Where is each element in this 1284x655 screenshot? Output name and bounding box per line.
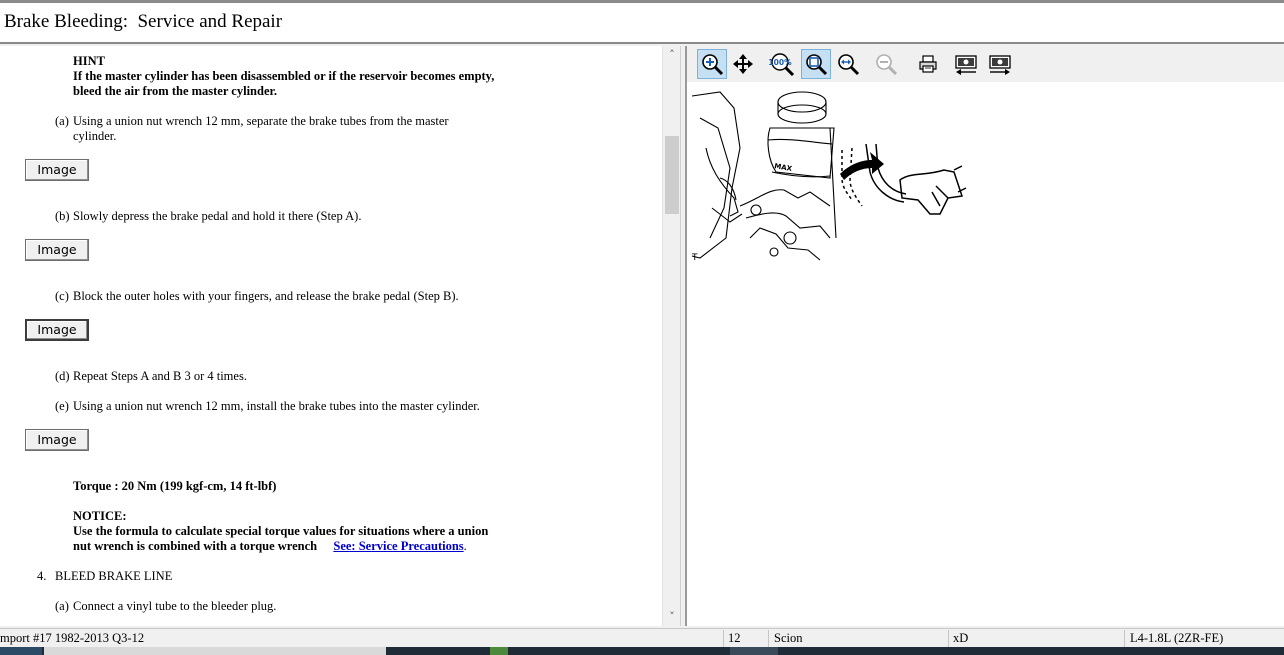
taskbar-item[interactable]	[730, 647, 778, 655]
hint-text-line2: bleed the air from the master cylinder.	[73, 84, 278, 98]
print-icon	[919, 55, 937, 73]
status-source: mport #17 1982-2013 Q3-12	[0, 631, 145, 645]
taskbar-item[interactable]	[44, 647, 386, 655]
notice-text-line1: Use the formula to calculate special tor…	[73, 524, 489, 538]
pan-icon	[733, 54, 753, 74]
step-b-label: (b)	[55, 209, 70, 223]
step-4a-text: Connect a vinyl tube to the bleeder plug…	[73, 599, 277, 613]
zoom-out-icon	[876, 54, 898, 76]
step-a-text-line2: cylinder.	[73, 129, 117, 143]
master-cylinder-illustration	[691, 91, 837, 261]
next-image-button[interactable]	[985, 49, 1015, 79]
image-button-step-c[interactable]: Image	[25, 319, 89, 341]
zoom-in-button[interactable]	[697, 49, 727, 79]
image-button-step-b[interactable]: Image	[25, 239, 89, 261]
brake-bleeding-diagram: MAX T	[691, 91, 967, 263]
previous-image-button[interactable]	[951, 49, 981, 79]
pan-button[interactable]	[728, 49, 758, 79]
zoom-100-icon: 100%	[769, 53, 795, 76]
step-e-text: Using a union nut wrench 12 mm, install …	[73, 399, 480, 413]
zoom-fit-button[interactable]	[801, 49, 831, 79]
scroll-thumb[interactable]	[665, 136, 679, 214]
zoom-100-text: 100%	[769, 58, 792, 67]
max-label: MAX	[774, 162, 793, 173]
status-separator	[723, 630, 724, 647]
taskbar-item[interactable]	[490, 647, 508, 655]
document-pane[interactable]: HINT If the master cylinder has been dis…	[0, 46, 662, 626]
zoom-out-button[interactable]	[871, 49, 901, 79]
step-b-text: Slowly depress the brake pedal and hold …	[73, 209, 362, 223]
hint-text-line1: If the master cylinder has been disassem…	[73, 69, 495, 83]
zoom-in-icon	[702, 54, 724, 76]
previous-image-icon	[955, 55, 977, 75]
page-title: Brake Bleeding: Service and Repair	[4, 11, 283, 32]
step-d-label: (d)	[55, 369, 70, 383]
zoom-fit-icon	[806, 54, 828, 76]
next-image-icon	[989, 55, 1011, 75]
notice-title: NOTICE:	[73, 509, 127, 523]
status-separator	[948, 630, 949, 647]
notice-text-line2: nut wrench is combined with a torque wre…	[73, 539, 467, 554]
status-separator	[1124, 630, 1125, 647]
scroll-up-arrow[interactable]: ˄	[663, 46, 681, 64]
zoom-width-icon	[838, 54, 860, 76]
notice-text-line2-text: nut wrench is combined with a torque wre…	[73, 539, 318, 553]
step-4a-label: (a)	[55, 599, 69, 613]
torque-spec: Torque : 20 Nm (199 kgf-cm, 14 ft-lbf)	[73, 479, 277, 493]
step-a-label: (a)	[55, 114, 69, 128]
notice-period: .	[463, 539, 467, 553]
status-model: xD	[953, 631, 969, 645]
status-bar: mport #17 1982-2013 Q3-12 12 Scion xD L4…	[0, 628, 1284, 647]
status-separator	[768, 630, 769, 647]
image-toolbar: 100%	[687, 46, 1284, 82]
brake-pedal-illustration	[841, 143, 967, 215]
section-number: 4.	[37, 569, 47, 583]
section-title: BLEED BRAKE LINE	[55, 569, 173, 583]
zoom-100-button[interactable]: 100%	[767, 49, 797, 79]
status-engine: L4-1.8L (2ZR-FE)	[1130, 631, 1224, 645]
diagram-corner-label: T	[691, 253, 698, 263]
zoom-width-button[interactable]	[833, 49, 863, 79]
status-number: 12	[728, 631, 741, 645]
service-precautions-link[interactable]: See: Service Precautions	[333, 539, 463, 553]
step-c-label: (c)	[55, 289, 69, 303]
document-scrollbar[interactable]: ˄ ˅	[662, 46, 680, 626]
scroll-down-arrow[interactable]: ˅	[663, 608, 681, 626]
image-button-step-a[interactable]: Image	[25, 159, 89, 181]
step-e-label: (e)	[55, 399, 69, 413]
step-a-text-line1: Using a union nut wrench 12 mm, separate…	[73, 114, 449, 128]
print-button[interactable]	[913, 49, 943, 79]
status-make: Scion	[774, 631, 803, 645]
taskbar-start-area	[0, 647, 42, 655]
title-bar: Brake Bleeding: Service and Repair	[0, 3, 1284, 44]
hint-title: HINT	[73, 54, 105, 68]
step-c-text: Block the outer holes with your fingers,…	[73, 289, 459, 303]
os-taskbar-strip	[0, 647, 1284, 655]
image-button-step-e[interactable]: Image	[25, 429, 89, 451]
step-d-text: Repeat Steps A and B 3 or 4 times.	[73, 369, 247, 383]
pane-splitter[interactable]	[680, 46, 687, 626]
